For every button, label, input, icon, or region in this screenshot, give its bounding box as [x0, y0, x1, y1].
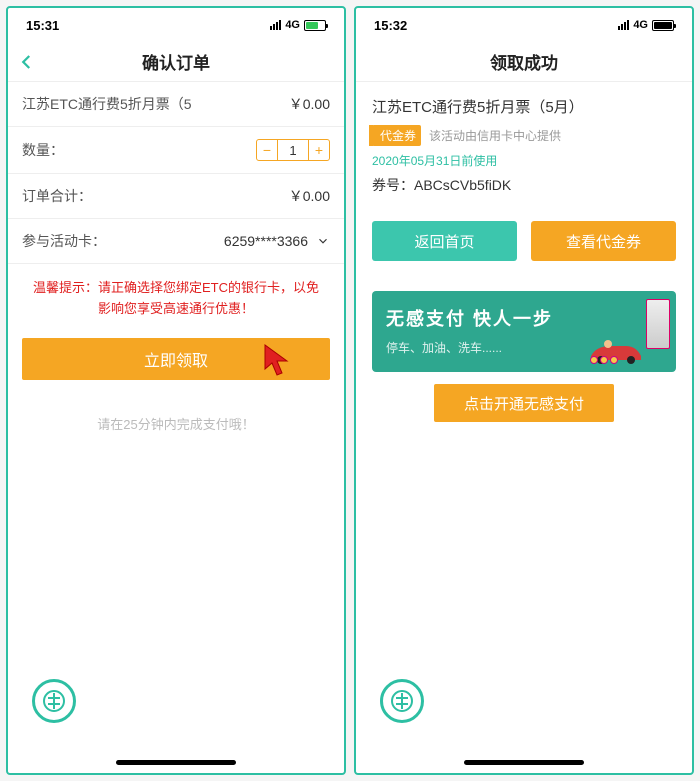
card-number: 6259****3366	[224, 233, 308, 249]
order-content: 江苏ETC通行费5折月票（5 ￥0.00 数量： − 1 + 订单合计： ￥0.…	[8, 82, 344, 773]
voucher-info: 江苏ETC通行费5折月票（5月） 代金券 该活动由信用卡中心提供 2020年05…	[356, 82, 692, 203]
signal-icon	[270, 20, 281, 30]
card-row[interactable]: 参与活动卡： 6259****3366	[8, 219, 344, 264]
quantity-label: 数量：	[22, 140, 64, 160]
phone-confirm-order: 15:31 4G 确认订单 江苏ETC通行费5折月票（5 ￥0.00 数量： −…	[6, 6, 346, 775]
status-bar: 15:32 4G	[356, 8, 692, 42]
view-voucher-button[interactable]: 查看代金券	[531, 221, 676, 261]
back-icon[interactable]	[18, 53, 36, 71]
status-time: 15:31	[26, 18, 59, 33]
battery-icon	[304, 20, 326, 31]
qty-value: 1	[278, 139, 308, 161]
voucher-provider: 该活动由信用卡中心提供	[429, 127, 561, 144]
status-right: 4G	[618, 19, 674, 31]
network-label: 4G	[285, 19, 300, 31]
battery-icon	[652, 20, 674, 31]
signal-icon	[618, 20, 629, 30]
quantity-stepper: − 1 +	[256, 139, 330, 161]
card-label: 参与活动卡：	[22, 231, 106, 251]
tip-text: 请正确选择您绑定ETC的银行卡，以免影响您享受高速通行优惠！	[98, 280, 319, 316]
claim-button[interactable]: 立即领取	[22, 338, 330, 380]
enable-payment-button[interactable]: 点击开通无感支付	[434, 384, 614, 422]
payment-hint: 请在25分钟内完成支付哦！	[8, 414, 344, 433]
total-label: 订单合计：	[22, 186, 92, 206]
voucher-tag: 代金券	[372, 125, 421, 146]
chevron-down-icon	[316, 234, 330, 248]
promo-banner[interactable]: 无感支付 快人一步 停车、加油、洗车......	[372, 291, 676, 372]
coupon-number: ABCsCVb5fiDK	[414, 177, 511, 193]
home-indicator[interactable]	[116, 760, 236, 765]
home-indicator[interactable]	[464, 760, 584, 765]
status-time: 15:32	[374, 18, 407, 33]
page-title: 领取成功	[490, 49, 558, 74]
network-label: 4G	[633, 19, 648, 31]
page-title: 确认订单	[142, 49, 210, 74]
total-row: 订单合计： ￥0.00	[8, 174, 344, 219]
promo-title: 无感支付 快人一步	[386, 305, 662, 331]
tip-prefix: 温馨提示：	[33, 280, 98, 295]
bank-logo-icon[interactable]	[380, 679, 424, 723]
quantity-row: 数量： − 1 +	[8, 127, 344, 174]
voucher-product: 江苏ETC通行费5折月票（5月）	[372, 96, 676, 117]
product-price: ￥0.00	[289, 94, 330, 114]
product-row: 江苏ETC通行费5折月票（5 ￥0.00	[8, 82, 344, 127]
warning-tip: 温馨提示：请正确选择您绑定ETC的银行卡，以免影响您享受高速通行优惠！	[8, 264, 344, 334]
total-value: ￥0.00	[289, 186, 330, 206]
qty-minus-button[interactable]: −	[256, 139, 278, 161]
home-button[interactable]: 返回首页	[372, 221, 517, 261]
bank-logo-icon[interactable]	[32, 679, 76, 723]
nav-bar: 领取成功	[356, 42, 692, 82]
status-bar: 15:31 4G	[8, 8, 344, 42]
success-content: 江苏ETC通行费5折月票（5月） 代金券 该活动由信用卡中心提供 2020年05…	[356, 82, 692, 773]
qty-plus-button[interactable]: +	[308, 139, 330, 161]
coupon-label: 券号：	[372, 177, 414, 193]
action-buttons: 返回首页 查看代金券	[356, 203, 692, 271]
nav-bar: 确认订单	[8, 42, 344, 82]
voucher-expire: 2020年05月31日前使用	[372, 152, 676, 169]
status-right: 4G	[270, 19, 326, 31]
kiosk-icon	[646, 299, 670, 349]
coins-icon	[590, 356, 618, 364]
product-name: 江苏ETC通行费5折月票（5	[22, 94, 192, 114]
phone-claim-success: 15:32 4G 领取成功 江苏ETC通行费5折月票（5月） 代金券 该活动由信…	[354, 6, 694, 775]
